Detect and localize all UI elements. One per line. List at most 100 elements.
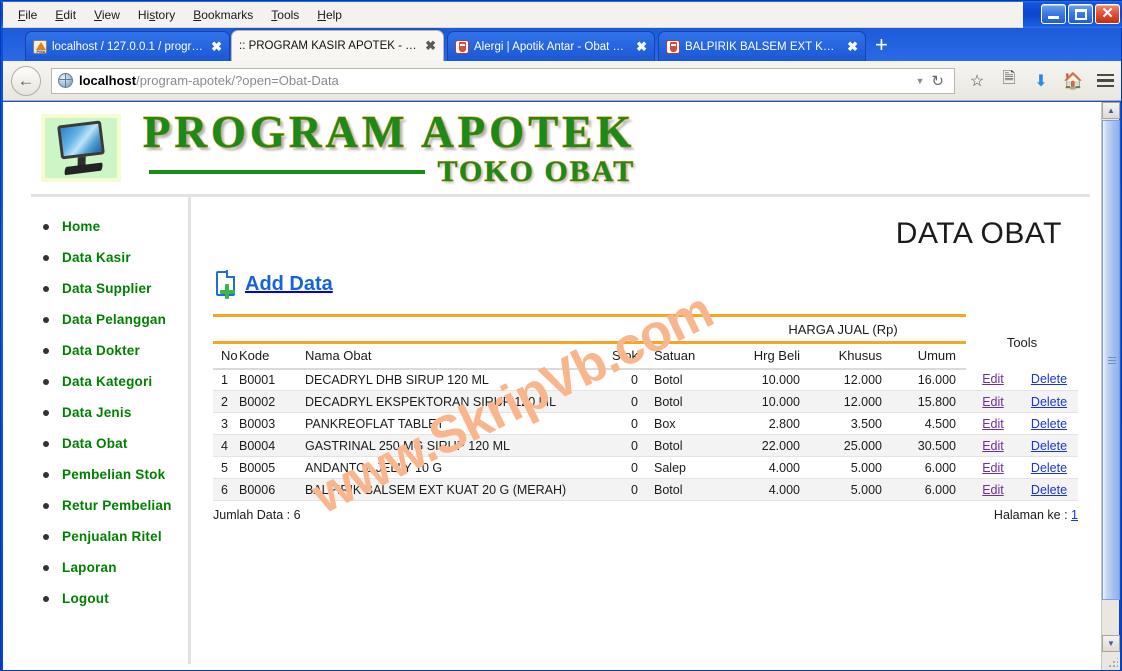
sidebar-item-data-jenis[interactable]: Data Jenis	[31, 397, 188, 428]
page-number-link[interactable]: 1	[1071, 508, 1078, 522]
bullet-icon	[43, 471, 49, 478]
chevron-down-icon[interactable]: ▼	[916, 76, 925, 86]
address-bar[interactable]: localhost/program-apotek/?open=Obat-Data…	[51, 67, 955, 94]
delete-link[interactable]: Delete	[1031, 417, 1067, 431]
tab-close-icon[interactable]: ✖	[636, 40, 647, 53]
column-header-satuan: Satuan	[648, 342, 720, 370]
sidebar-item-label[interactable]: Logout	[62, 591, 109, 606]
sidebar-item-pembelian-stok[interactable]: Pembelian Stok	[31, 459, 188, 490]
star-icon[interactable]: ☆	[961, 66, 993, 96]
sidebar-item-home[interactable]: Home	[31, 211, 188, 242]
delete-link[interactable]: Delete	[1031, 483, 1067, 497]
sidebar-item-data-dokter[interactable]: Data Dokter	[31, 335, 188, 366]
edit-link[interactable]: Edit	[982, 461, 1004, 475]
table-row: 1 B0001 DECADRYL DHB SIRUP 120 ML 0 Boto…	[213, 368, 1078, 391]
sidebar-item-data-pelanggan[interactable]: Data Pelanggan	[31, 304, 188, 335]
scroll-down-button[interactable]: ▼	[1102, 635, 1120, 652]
cell-stok: 0	[604, 478, 648, 501]
tab-close-icon[interactable]: ✖	[847, 40, 858, 53]
maximize-button[interactable]	[1068, 4, 1093, 24]
table-row: 6 B0006 BALPIRIK BALSEM EXT KUAT 20 G (M…	[213, 478, 1078, 501]
cell-satuan: Botol	[648, 368, 720, 391]
bullet-icon	[43, 285, 49, 292]
new-tab-button[interactable]: +	[875, 34, 888, 56]
sidebar-item-label[interactable]: Data Obat	[62, 436, 128, 451]
sidebar-item-data-supplier[interactable]: Data Supplier	[31, 273, 188, 304]
bullet-icon	[43, 440, 49, 447]
sidebar-item-label[interactable]: Data Jenis	[62, 405, 132, 420]
downloads-icon[interactable]: ⬇	[1025, 66, 1057, 96]
site-header: PROGRAM APOTEK TOKO OBAT	[3, 102, 1104, 194]
sidebar-item-label[interactable]: Laporan	[62, 560, 117, 575]
menu-view[interactable]: View	[85, 5, 129, 25]
table-footer: Jumlah Data : 6 Halaman ke : 1	[213, 508, 1078, 522]
resize-grip[interactable]	[1102, 652, 1120, 670]
page-title: DATA OBAT	[895, 217, 1062, 250]
cell-delete: Delete	[1020, 434, 1078, 457]
column-header-khusus: Khusus	[808, 342, 890, 370]
home-icon[interactable]: 🏠	[1057, 66, 1089, 96]
menu-tools[interactable]: Tools	[262, 5, 308, 25]
delete-link[interactable]: Delete	[1031, 461, 1067, 475]
cell-delete: Delete	[1020, 368, 1078, 391]
reload-icon[interactable]: ↻	[931, 72, 944, 90]
menu-bookmarks[interactable]: Bookmarks	[184, 5, 262, 25]
cell-nama: DECADRYL DHB SIRUP 120 ML	[301, 368, 604, 391]
menu-help[interactable]: Help	[308, 5, 351, 25]
sidebar-item-penjualan-ritel[interactable]: Penjualan Ritel	[31, 521, 188, 552]
menu-history[interactable]: History	[129, 5, 184, 25]
sidebar-item-label[interactable]: Data Pelanggan	[62, 312, 166, 327]
delete-link[interactable]: Delete	[1031, 395, 1067, 409]
column-header-kode: Kode	[239, 342, 301, 370]
edit-link[interactable]: Edit	[982, 395, 1004, 409]
tab-2[interactable]: Alergi | Apotik Antar - Obat O... ✖	[447, 31, 655, 61]
edit-link[interactable]: Edit	[982, 417, 1004, 431]
sidebar-item-label[interactable]: Data Kategori	[62, 374, 152, 389]
tab-3[interactable]: BALPIRIK BALSEM EXT KUAT ... ✖	[658, 31, 866, 61]
bullet-icon	[43, 533, 49, 540]
sidebar-item-label[interactable]: Penjualan Ritel	[62, 529, 162, 544]
cell-khusus: 5.000	[808, 456, 890, 479]
back-button[interactable]: ←	[11, 65, 41, 96]
sidebar-item-label[interactable]: Home	[62, 219, 100, 234]
menu-edit[interactable]: Edit	[46, 5, 85, 25]
sidebar-item-label[interactable]: Data Supplier	[62, 281, 152, 296]
tab-0[interactable]: localhost / 127.0.0.1 / progra... ✖	[25, 31, 230, 61]
cell-hrg-beli: 22.000	[720, 434, 808, 457]
edit-link[interactable]: Edit	[982, 372, 1004, 386]
cell-khusus: 12.000	[808, 390, 890, 413]
sidebar-item-retur-pembelian[interactable]: Retur Pembelian	[31, 490, 188, 521]
cell-satuan: Salep	[648, 456, 720, 479]
sidebar-item-data-kategori[interactable]: Data Kategori	[31, 366, 188, 397]
sidebar-item-laporan[interactable]: Laporan	[31, 552, 188, 583]
scroll-up-button[interactable]: ▲	[1102, 102, 1120, 119]
delete-link[interactable]: Delete	[1031, 372, 1067, 386]
tab-close-icon[interactable]: ✖	[211, 40, 222, 53]
edit-link[interactable]: Edit	[982, 439, 1004, 453]
cell-nama: PANKREOFLAT TABLET	[301, 412, 604, 435]
sidebar-item-label[interactable]: Pembelian Stok	[62, 467, 165, 482]
cell-edit: Edit	[966, 390, 1020, 413]
library-icon[interactable]: 🗎	[993, 66, 1025, 96]
delete-link[interactable]: Delete	[1031, 439, 1067, 453]
sidebar-item-label[interactable]: Data Dokter	[62, 343, 140, 358]
document-plus-icon	[215, 270, 240, 299]
sidebar-item-logout[interactable]: Logout	[31, 583, 188, 614]
tab-1[interactable]: :: PROGRAM KASIR APOTEK - 3 L... ✖	[231, 30, 444, 61]
menu-icon[interactable]	[1089, 66, 1121, 96]
sidebar-item-data-obat[interactable]: Data Obat	[31, 428, 188, 459]
edit-link[interactable]: Edit	[982, 483, 1004, 497]
cell-kode: B0006	[239, 478, 301, 501]
menu-file[interactable]: File	[9, 5, 46, 25]
sidebar-item-label[interactable]: Retur Pembelian	[62, 498, 172, 513]
url-text: localhost/program-apotek/?open=Obat-Data	[79, 73, 339, 88]
tab-close-icon[interactable]: ✖	[425, 39, 436, 52]
vertical-scrollbar[interactable]: ▲ ▼	[1101, 102, 1120, 670]
bullet-icon	[43, 564, 49, 571]
sidebar-item-label[interactable]: Data Kasir	[62, 250, 131, 265]
scrollbar-thumb[interactable]	[1102, 120, 1120, 600]
add-data-button[interactable]: Add Data	[215, 270, 333, 299]
sidebar-item-data-kasir[interactable]: Data Kasir	[31, 242, 188, 273]
minimize-button[interactable]	[1041, 4, 1066, 24]
close-button[interactable]: ✕	[1095, 4, 1120, 24]
